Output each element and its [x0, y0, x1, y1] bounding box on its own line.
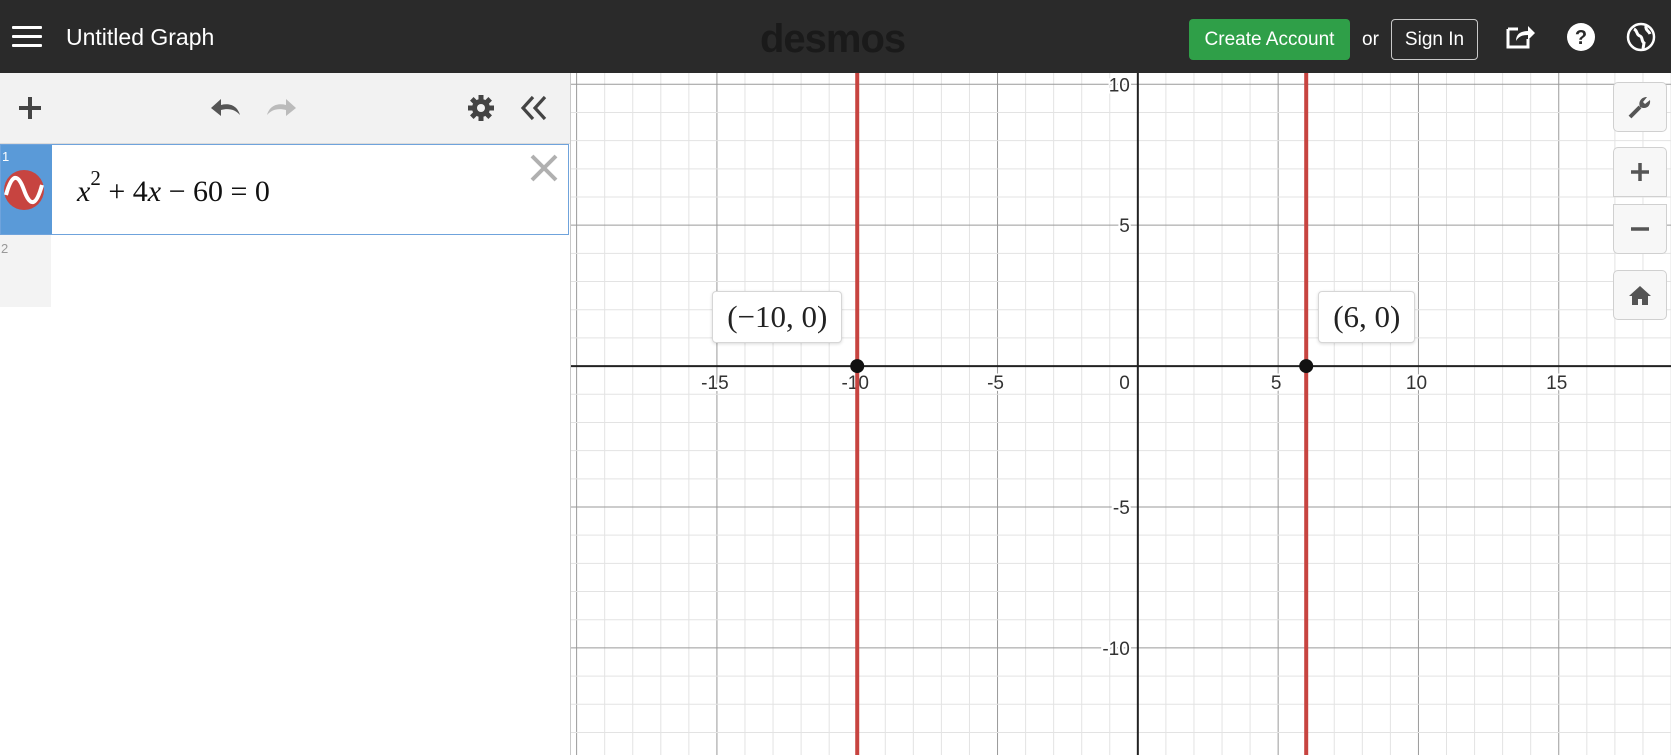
y-tick-label: -10 [1102, 639, 1129, 660]
home-icon [1629, 286, 1651, 305]
solution-point [1299, 359, 1314, 374]
expression-toolbar [0, 73, 570, 144]
math-var: x [77, 175, 91, 208]
expression-row[interactable]: 1 x2 + 4x − 60 = 0 [0, 144, 569, 235]
y-tick-label: -5 [1113, 498, 1130, 519]
solution-point [850, 359, 865, 374]
x-tick-label: -5 [987, 373, 1004, 394]
menu-icon[interactable] [12, 24, 42, 50]
sign-in-button[interactable]: Sign In [1391, 19, 1478, 60]
redo-icon[interactable] [264, 91, 298, 125]
add-icon[interactable] [13, 91, 47, 125]
expression-index: 2 [1, 241, 9, 256]
zoom-out-icon [1631, 227, 1649, 231]
x-tick-label: 5 [1271, 373, 1282, 394]
math-exponent: 2 [90, 166, 101, 190]
expression-math[interactable]: x2 + 4x − 60 = 0 [77, 168, 270, 209]
expression-index: 1 [2, 149, 10, 164]
graph-settings-button[interactable] [1613, 82, 1667, 132]
y-tick-label: 5 [1119, 216, 1130, 237]
y-tick-label: 10 [1109, 75, 1130, 96]
zoom-in-button[interactable] [1613, 147, 1667, 197]
expression-gutter[interactable]: 1 [1, 145, 52, 234]
help-icon[interactable]: ? [1565, 21, 1597, 53]
create-account-button[interactable]: Create Account [1189, 19, 1350, 60]
desmos-logo: desmos [760, 17, 906, 61]
or-text: or [1362, 29, 1379, 50]
point-label[interactable]: (−10, 0) [712, 291, 843, 344]
x-tick-label: 15 [1546, 373, 1567, 394]
zoom-out-button[interactable] [1613, 204, 1667, 254]
undo-icon[interactable] [209, 91, 243, 125]
home-button[interactable] [1613, 270, 1667, 320]
settings-gear-icon[interactable] [464, 91, 498, 125]
x-tick-label: -15 [701, 373, 728, 394]
math-term: + 4 [108, 175, 148, 208]
wrench-icon [1628, 97, 1651, 119]
point-label[interactable]: (6, 0) [1318, 291, 1416, 344]
language-globe-icon[interactable] [1625, 21, 1657, 53]
expression-panel: 1 x2 + 4x − 60 = 0 2 [0, 73, 571, 755]
collapse-panel-icon[interactable] [518, 91, 552, 125]
graph-canvas[interactable]: -15-10-5051015105-5-10 [571, 73, 1671, 755]
delete-expression-icon[interactable] [527, 151, 561, 185]
x-tick-label: 0 [1119, 373, 1130, 394]
top-bar: Untitled Graph desmos Create Account or … [0, 0, 1671, 73]
zoom-in-icon [1631, 163, 1649, 181]
x-tick-label: 10 [1406, 373, 1427, 394]
svg-text:?: ? [1575, 27, 1587, 49]
empty-expression-row[interactable]: 2 [0, 235, 51, 307]
graph-title[interactable]: Untitled Graph [66, 24, 214, 51]
math-term: − 60 = 0 [168, 175, 270, 208]
share-icon[interactable] [1504, 21, 1536, 53]
graph-visibility-icon[interactable] [3, 169, 45, 211]
math-var: x [147, 175, 162, 208]
